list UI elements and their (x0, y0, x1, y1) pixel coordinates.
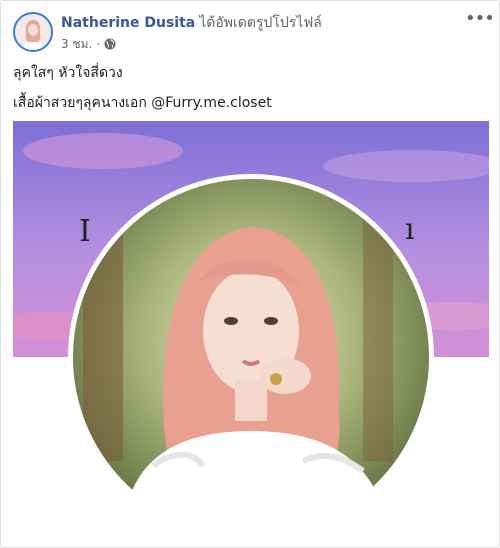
post-meta: 3 ชม. · (61, 36, 116, 52)
more-horizontal-icon[interactable]: ••• (465, 10, 495, 32)
svg-text:I: I (79, 214, 91, 249)
post-card: Natherine Dusita ได้อัพเดตรูปโปรไฟล์ 3 ชม… (0, 0, 500, 548)
profile-update-media[interactable]: I ı (13, 121, 489, 541)
post-text-line: ลุคใสๆ หัวใจสี่ดวง (13, 65, 123, 81)
profile-photo (68, 174, 434, 540)
meta-separator: · (96, 37, 101, 51)
post-text-line: เสื้อผ้าสวยๆลุคนางเอก @Furry.me.closet (13, 95, 272, 111)
post-header: Natherine Dusita ได้อัพเดตรูปโปรไฟล์ 3 ชม… (13, 10, 495, 56)
post-action-text: ได้อัพเดตรูปโปรไฟล์ (199, 15, 322, 31)
post-title-line: Natherine Dusita ได้อัพเดตรูปโปรไฟล์ (61, 13, 322, 33)
author-name-link[interactable]: Natherine Dusita (61, 15, 195, 31)
author-avatar[interactable] (13, 12, 53, 52)
post-text: ลุคใสๆ หัวใจสี่ดวง เสื้อผ้าสวยๆลุคนางเอก… (13, 63, 489, 119)
svg-text:ı: ı (405, 212, 415, 247)
globe-icon[interactable] (104, 38, 116, 50)
post-timestamp[interactable]: 3 ชม. (61, 36, 92, 52)
